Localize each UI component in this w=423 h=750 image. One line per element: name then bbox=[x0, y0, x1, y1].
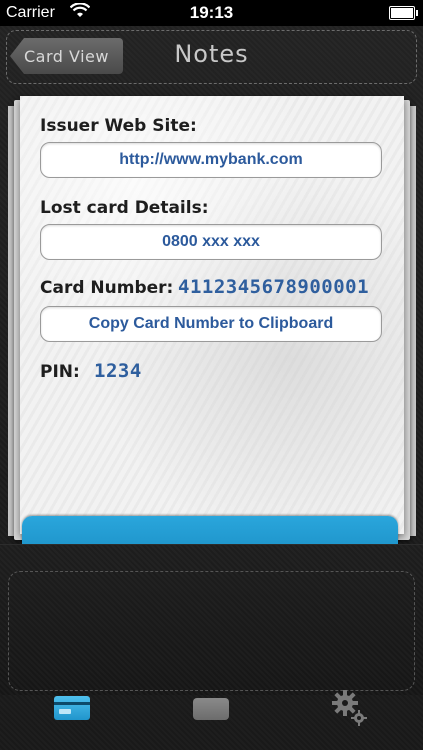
leather-background: Card View Notes Issuer Web Site: http://… bbox=[0, 26, 423, 750]
card-number-value: 4112345678900001 bbox=[178, 276, 370, 298]
pin-label: PIN: bbox=[40, 362, 80, 382]
copy-card-number-button[interactable]: Copy Card Number to Clipboard bbox=[40, 306, 382, 342]
status-time: 19:13 bbox=[189, 3, 234, 22]
status-bar: Carrier 19:13 bbox=[0, 0, 423, 26]
card-icon[interactable] bbox=[193, 698, 229, 720]
pin-value: 1234 bbox=[94, 360, 142, 382]
lost-card-details-field[interactable]: 0800 xxx xxx bbox=[40, 224, 382, 260]
notes-paper: Issuer Web Site: http://www.mybank.com L… bbox=[20, 96, 404, 534]
issuer-website-field[interactable]: http://www.mybank.com bbox=[40, 142, 382, 178]
page-title: Notes bbox=[174, 40, 249, 68]
lost-card-details-label: Lost card Details: bbox=[40, 198, 209, 218]
issuer-website-label: Issuer Web Site: bbox=[40, 116, 197, 136]
tab-bar bbox=[0, 668, 423, 750]
gears-icon[interactable] bbox=[330, 688, 370, 728]
battery-icon bbox=[389, 6, 418, 20]
card-number-label: Card Number: bbox=[40, 278, 174, 298]
credit-card-icon[interactable] bbox=[54, 696, 90, 720]
